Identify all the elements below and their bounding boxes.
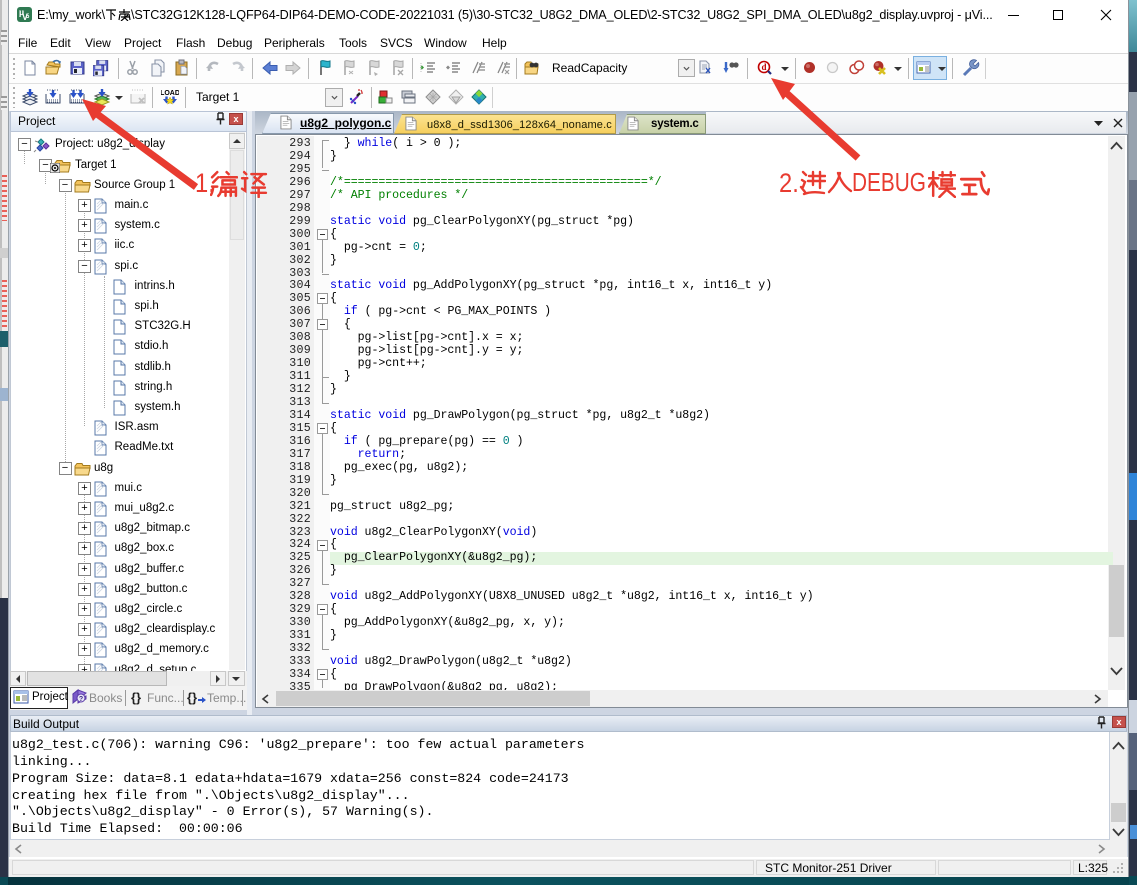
svg-text:?: ? [79,696,83,703]
